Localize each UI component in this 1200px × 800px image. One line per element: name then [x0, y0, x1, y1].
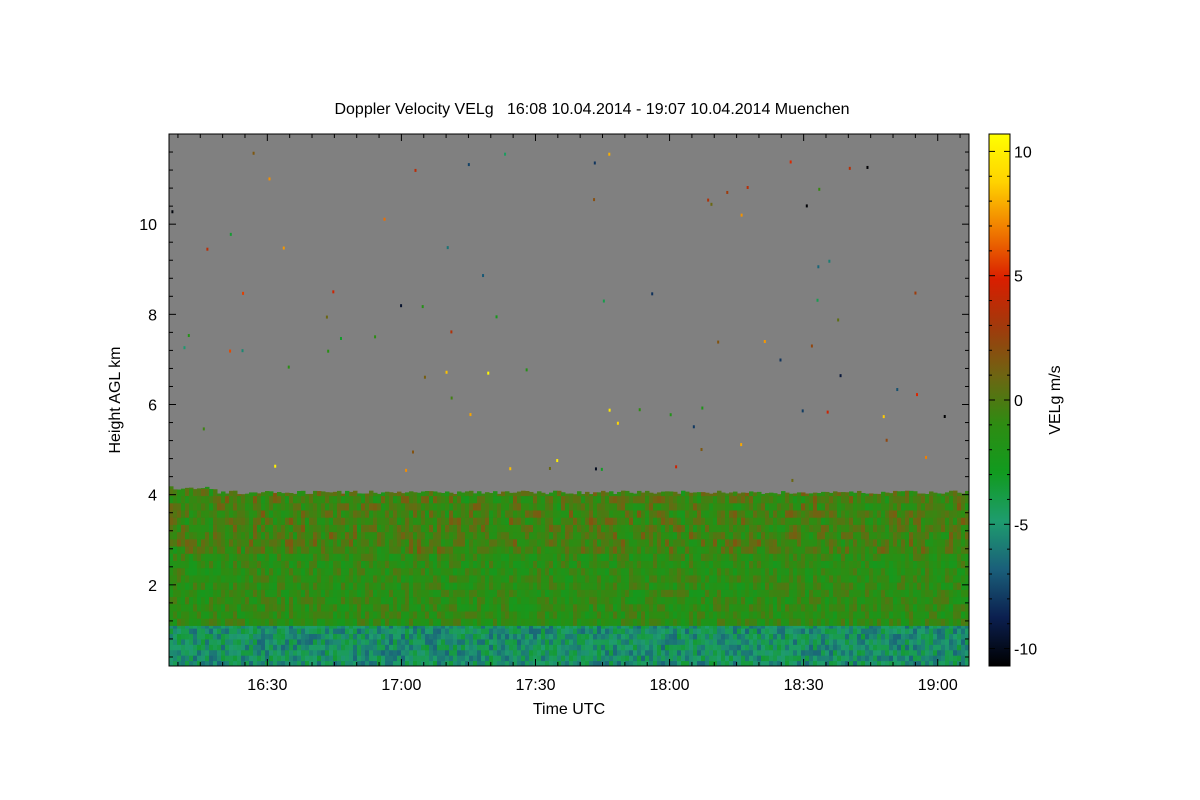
plot-area [168, 133, 970, 667]
y-tick-label: 8 [148, 307, 157, 324]
colorbar-tick-label: 0 [1014, 393, 1023, 410]
colorbar: -10 -5 0 5 10 [988, 133, 1037, 667]
y-axis-label: Height AGL km [107, 346, 124, 453]
heatmap-cells [169, 486, 969, 666]
colorbar-label: VELg m/s [1047, 365, 1064, 434]
colorbar-tick-label: -5 [1014, 517, 1028, 534]
x-axis-label: Time UTC [533, 701, 605, 718]
y-tick-label: 10 [139, 217, 157, 234]
colorbar-tick-label: 5 [1014, 269, 1023, 286]
x-tick-label: 17:30 [515, 677, 555, 694]
y-tick-label: 6 [148, 398, 157, 415]
y-tick-label: 4 [148, 488, 157, 505]
doppler-velocity-chart: Doppler Velocity VELg 16:08 10.04.2014 -… [107, 101, 1064, 718]
x-tick-label: 16:30 [247, 677, 287, 694]
colorbar-tick-label: -10 [1014, 642, 1037, 659]
y-tick-label: 2 [148, 578, 157, 595]
x-tick-label: 19:00 [918, 677, 958, 694]
x-tick-label: 17:00 [381, 677, 421, 694]
x-tick-label: 18:00 [650, 677, 690, 694]
chart-title: Doppler Velocity VELg 16:08 10.04.2014 -… [334, 101, 849, 118]
colorbar-tick-label: 10 [1014, 144, 1032, 161]
x-tick-label: 18:30 [784, 677, 824, 694]
